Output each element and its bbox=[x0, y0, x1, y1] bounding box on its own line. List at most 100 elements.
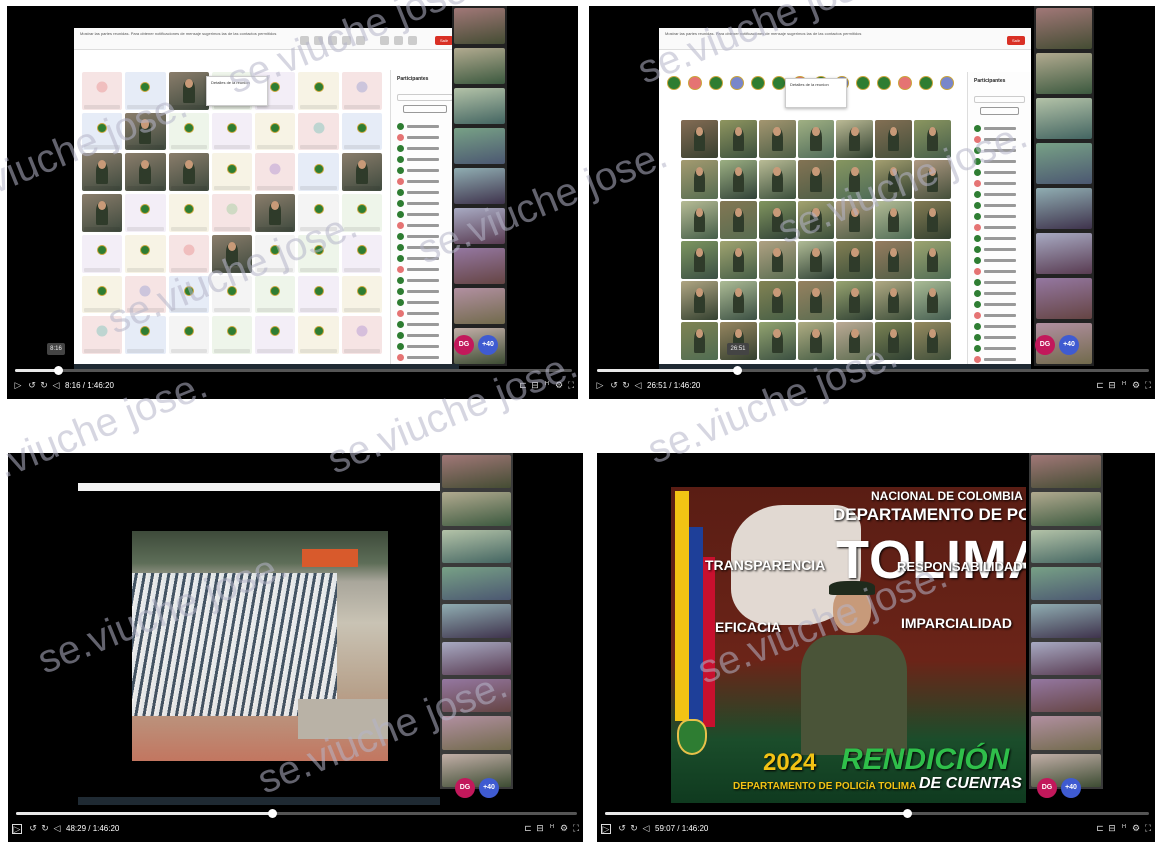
participant-row[interactable] bbox=[974, 267, 1025, 277]
participant-row[interactable] bbox=[397, 133, 453, 143]
play-icon[interactable]: ▷ bbox=[601, 824, 611, 835]
share-icon[interactable] bbox=[408, 36, 417, 45]
view-icon[interactable] bbox=[342, 36, 351, 45]
participant-row[interactable] bbox=[974, 223, 1025, 233]
speed-icon[interactable]: ᴴ bbox=[542, 381, 552, 391]
progress-bar[interactable] bbox=[15, 366, 572, 375]
participant-row[interactable] bbox=[974, 135, 1025, 145]
play-icon[interactable]: ▷ bbox=[13, 381, 23, 391]
participant-row[interactable] bbox=[397, 287, 453, 297]
video-player-1[interactable]: Mostrar las partes reunidas. Para obtene… bbox=[7, 6, 578, 399]
settings-icon[interactable]: ⚙ bbox=[1131, 824, 1141, 834]
participant-row[interactable] bbox=[397, 177, 453, 187]
participant-row[interactable] bbox=[397, 265, 453, 275]
participant-row[interactable] bbox=[397, 243, 453, 253]
subtitles-icon[interactable]: ⊏ bbox=[518, 381, 528, 391]
skip-back-icon[interactable]: ↺ bbox=[28, 824, 38, 834]
skip-forward-icon[interactable]: ↻ bbox=[40, 824, 50, 834]
progress-bar[interactable] bbox=[16, 809, 577, 818]
participant-row[interactable] bbox=[397, 221, 453, 231]
volume-icon[interactable]: ◁ bbox=[633, 381, 643, 391]
video-player-4[interactable]: NACIONAL DE COLOMBIA DEPARTAMENTO DE POL… bbox=[597, 453, 1155, 842]
participant-row[interactable] bbox=[397, 144, 453, 154]
video-player-2[interactable]: Mostrar las partes reunidas. Para obtene… bbox=[589, 6, 1155, 399]
participant-row[interactable] bbox=[974, 322, 1025, 332]
quality-icon[interactable]: ⊟ bbox=[1107, 381, 1117, 391]
fullscreen-icon[interactable]: ⛶ bbox=[1143, 824, 1153, 834]
participant-row[interactable] bbox=[974, 179, 1025, 189]
invite-button[interactable] bbox=[980, 107, 1019, 115]
participant-search-input[interactable] bbox=[397, 94, 453, 101]
speed-icon[interactable]: ᴴ bbox=[1119, 824, 1129, 834]
chat-icon[interactable] bbox=[300, 36, 309, 45]
progress-knob[interactable] bbox=[267, 809, 277, 818]
participant-row[interactable] bbox=[397, 331, 453, 341]
quality-icon[interactable]: ⊟ bbox=[530, 381, 540, 391]
fullscreen-icon[interactable]: ⛶ bbox=[566, 381, 576, 391]
fullscreen-icon[interactable]: ⛶ bbox=[571, 824, 581, 834]
participant-row[interactable] bbox=[974, 300, 1025, 310]
participant-row[interactable] bbox=[397, 276, 453, 286]
participant-row[interactable] bbox=[974, 256, 1025, 266]
subtitles-icon[interactable]: ⊏ bbox=[1095, 381, 1105, 391]
participant-row[interactable] bbox=[397, 199, 453, 209]
participant-row[interactable] bbox=[397, 166, 453, 176]
skip-forward-icon[interactable]: ↻ bbox=[39, 381, 49, 391]
participant-row[interactable] bbox=[397, 309, 453, 319]
progress-knob[interactable] bbox=[54, 366, 64, 375]
participant-row[interactable] bbox=[974, 278, 1025, 288]
participant-row[interactable] bbox=[974, 355, 1025, 364]
quality-icon[interactable]: ⊟ bbox=[535, 824, 545, 834]
participant-row[interactable] bbox=[397, 122, 453, 132]
fullscreen-icon[interactable]: ⛶ bbox=[1143, 381, 1153, 391]
participant-row[interactable] bbox=[397, 342, 453, 352]
participant-row[interactable] bbox=[974, 212, 1025, 222]
participant-row[interactable] bbox=[397, 320, 453, 330]
progress-bar[interactable] bbox=[605, 809, 1149, 818]
participant-row[interactable] bbox=[974, 234, 1025, 244]
participant-row[interactable] bbox=[397, 254, 453, 264]
participant-row[interactable] bbox=[397, 210, 453, 220]
skip-back-icon[interactable]: ↺ bbox=[27, 381, 37, 391]
progress-knob[interactable] bbox=[732, 366, 742, 375]
speed-icon[interactable]: ᴴ bbox=[1119, 381, 1129, 391]
video-player-3[interactable]: ▷ ↺ ↻ ◁ 48:29 / 1:46:20 DG +40 ⊏ ⊟ ᴴ ⚙ ⛶ bbox=[8, 453, 583, 842]
participant-row[interactable] bbox=[974, 333, 1025, 343]
invite-button[interactable] bbox=[403, 105, 447, 113]
raise-hand-icon[interactable] bbox=[328, 36, 337, 45]
participant-row[interactable] bbox=[974, 344, 1025, 354]
participant-row[interactable] bbox=[974, 245, 1025, 255]
progress-knob[interactable] bbox=[903, 809, 913, 818]
participant-search-input[interactable] bbox=[974, 96, 1025, 103]
skip-forward-icon[interactable]: ↻ bbox=[629, 824, 639, 834]
quality-icon[interactable]: ⊟ bbox=[1107, 824, 1117, 834]
participant-row[interactable] bbox=[974, 146, 1025, 156]
speed-icon[interactable]: ᴴ bbox=[547, 824, 557, 834]
subtitles-icon[interactable]: ⊏ bbox=[1095, 824, 1105, 834]
participant-row[interactable] bbox=[974, 289, 1025, 299]
volume-icon[interactable]: ◁ bbox=[52, 824, 62, 834]
settings-icon[interactable]: ⚙ bbox=[1131, 381, 1141, 391]
skip-forward-icon[interactable]: ↻ bbox=[621, 381, 631, 391]
leave-button[interactable]: Salir bbox=[1007, 36, 1025, 45]
skip-back-icon[interactable]: ↺ bbox=[609, 381, 619, 391]
skip-back-icon[interactable]: ↺ bbox=[617, 824, 627, 834]
subtitles-icon[interactable]: ⊏ bbox=[523, 824, 533, 834]
participant-row[interactable] bbox=[397, 298, 453, 308]
play-icon[interactable]: ▷ bbox=[595, 381, 605, 391]
volume-icon[interactable]: ◁ bbox=[641, 824, 651, 834]
leave-button[interactable]: Salir bbox=[435, 36, 453, 45]
people-icon[interactable] bbox=[314, 36, 323, 45]
participant-row[interactable] bbox=[974, 168, 1025, 178]
participant-row[interactable] bbox=[397, 232, 453, 242]
participant-row[interactable] bbox=[974, 311, 1025, 321]
participant-row[interactable] bbox=[397, 155, 453, 165]
progress-bar[interactable] bbox=[597, 366, 1149, 375]
camera-icon[interactable] bbox=[380, 36, 389, 45]
participant-row[interactable] bbox=[397, 188, 453, 198]
participant-row[interactable] bbox=[974, 124, 1025, 134]
mic-icon[interactable] bbox=[394, 36, 403, 45]
volume-icon[interactable]: ◁ bbox=[51, 381, 61, 391]
more-icon[interactable] bbox=[356, 36, 365, 45]
settings-icon[interactable]: ⚙ bbox=[559, 824, 569, 834]
